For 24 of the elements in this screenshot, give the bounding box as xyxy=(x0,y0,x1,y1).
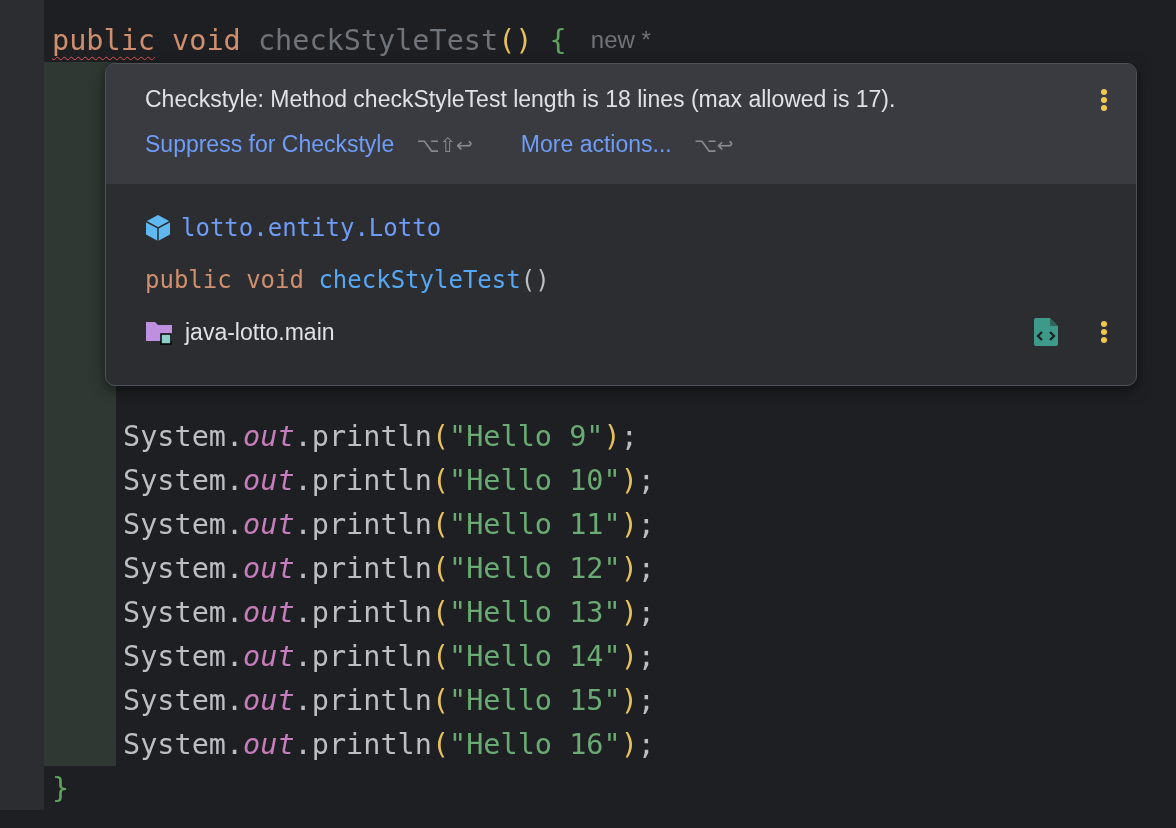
code-line: System.out.println("Hello 11"); xyxy=(123,507,655,541)
action-link[interactable]: Suppress for Checkstyle xyxy=(145,131,395,158)
more-options-icon[interactable] xyxy=(1100,320,1108,344)
code-line: } xyxy=(52,771,70,805)
code-line: System.out.println("Hello 9"); xyxy=(123,419,638,453)
code-line: public void checkStyleTest() { xyxy=(52,23,567,57)
module-name: java-lotto.main xyxy=(185,318,336,346)
action-link[interactable]: More actions... xyxy=(520,131,672,158)
inspection-message: Checkstyle: Method checkStyleTest length is 18 lines (max allowed is 17). xyxy=(145,86,897,113)
code-line: System.out.println("Hello 12"); xyxy=(123,551,655,585)
author-hint: new * xyxy=(590,26,651,54)
shortcut-hint: ⌥⇧↩ xyxy=(416,132,473,157)
class-name: lotto.entity.Lotto xyxy=(181,214,442,242)
more-options-icon[interactable] xyxy=(1100,87,1108,112)
method-signature: public void checkStyleTest() xyxy=(145,266,550,294)
code-line: System.out.println("Hello 16"); xyxy=(123,727,655,761)
code-line: System.out.println("Hello 10"); xyxy=(123,463,655,497)
cube-icon xyxy=(145,214,171,242)
shortcut-hint: ⌥↩ xyxy=(693,132,734,157)
folder-icon xyxy=(145,319,173,345)
code-line: System.out.println("Hello 14"); xyxy=(123,639,655,673)
code-line: System.out.println("Hello 13"); xyxy=(123,595,655,629)
code-file-icon[interactable] xyxy=(1034,318,1058,346)
code-line: System.out.println("Hello 15"); xyxy=(123,683,655,717)
